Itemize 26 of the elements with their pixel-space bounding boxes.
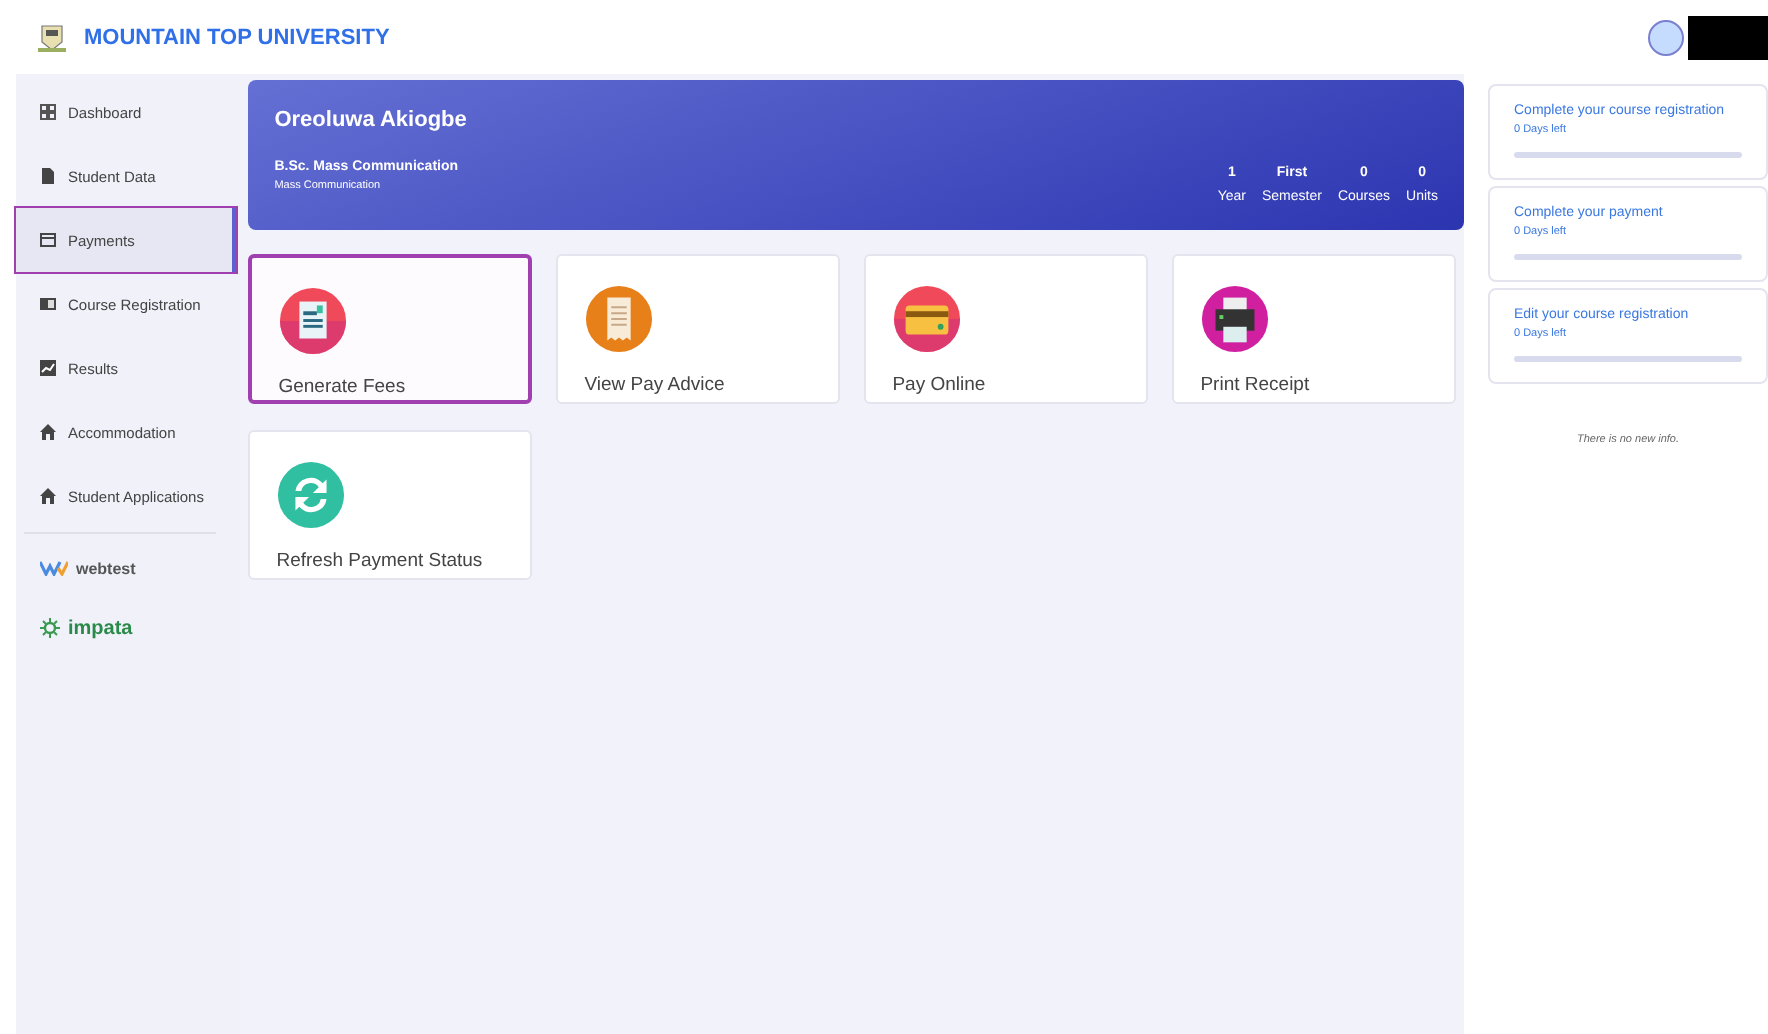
redaction-block xyxy=(1688,15,1768,59)
chart-icon xyxy=(40,360,56,376)
document-icon xyxy=(40,168,56,184)
printer-icon xyxy=(1200,284,1271,354)
book-icon xyxy=(40,296,56,312)
receipt-icon xyxy=(584,284,655,354)
action-card[interactable]: Generate Fees xyxy=(248,254,533,404)
action-card[interactable]: Refresh Payment Status xyxy=(248,430,533,580)
student-name: Oreoluwa Akiogbe xyxy=(274,108,467,132)
university-crest-icon xyxy=(36,21,68,53)
credit-card-icon xyxy=(892,284,963,354)
grid-icon xyxy=(40,104,56,120)
partner-logo-text: webtest xyxy=(76,559,136,577)
avatar[interactable] xyxy=(1648,19,1684,55)
credit-card-icon xyxy=(40,232,56,248)
university-name: MOUNTAIN TOP UNIVERSITY xyxy=(84,25,390,49)
document-icon xyxy=(278,286,349,356)
action-card[interactable]: Pay Online xyxy=(864,254,1149,404)
house-icon xyxy=(40,488,56,504)
partner-logo-text: impata xyxy=(68,617,133,639)
house-icon xyxy=(40,424,56,440)
action-card[interactable]: View Pay Advice xyxy=(556,254,841,404)
sun-logo-icon xyxy=(40,618,60,638)
refresh-icon xyxy=(276,460,347,530)
wave-logo-icon xyxy=(40,560,68,576)
action-card[interactable]: Print Receipt xyxy=(1172,254,1457,404)
